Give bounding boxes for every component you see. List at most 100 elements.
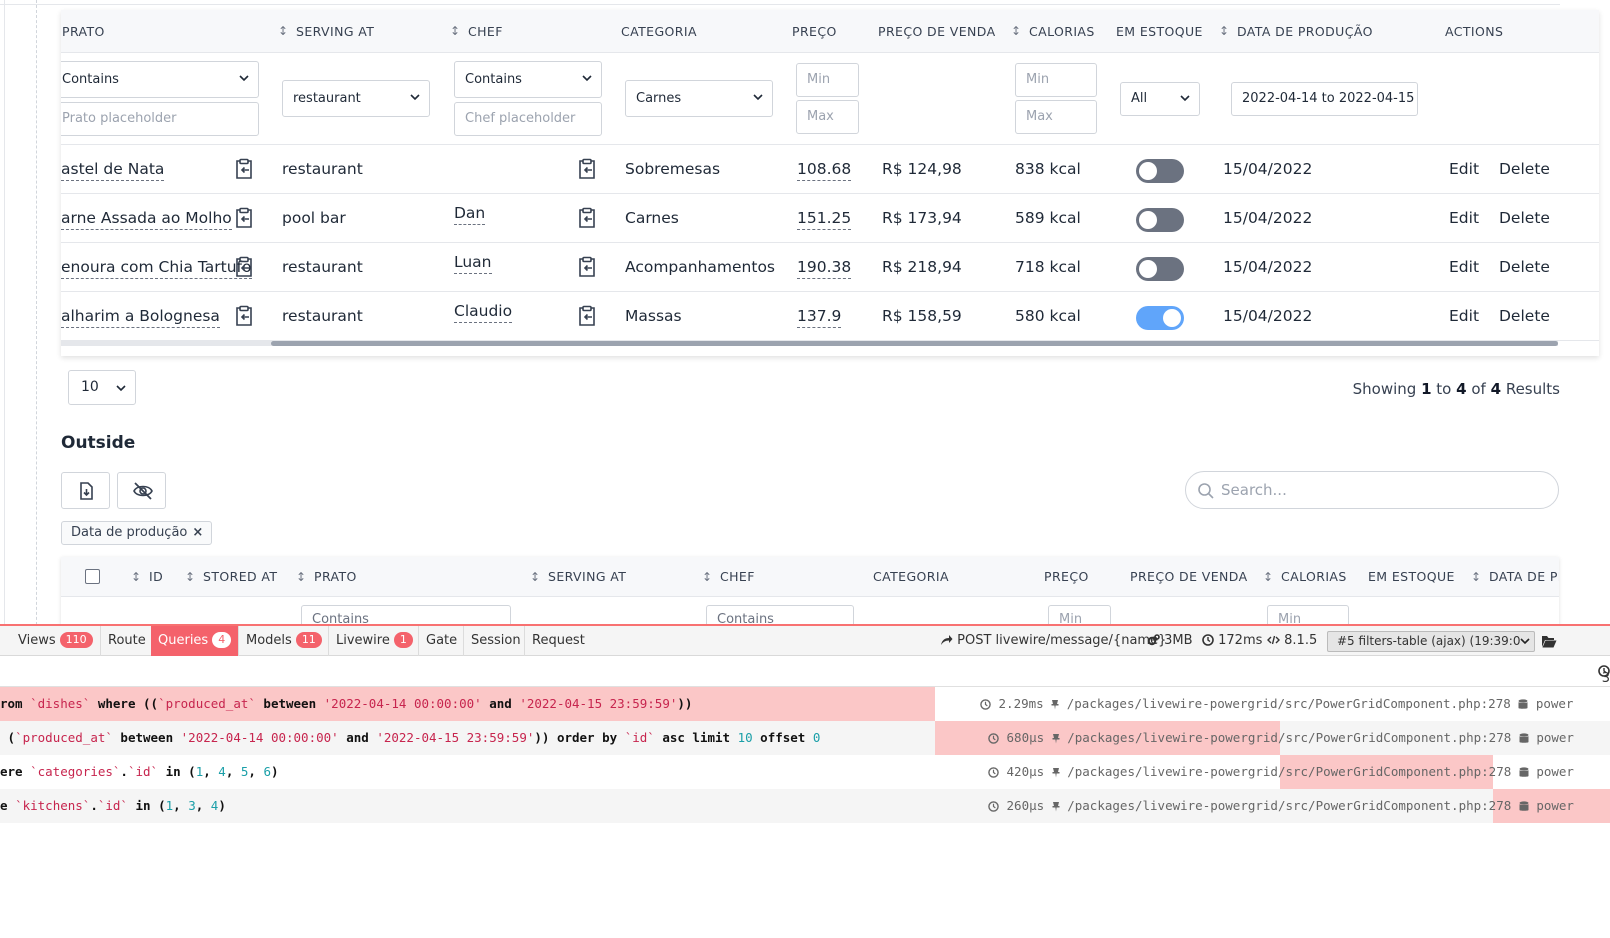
sort-icon[interactable]: ↕: [1011, 10, 1021, 53]
clipboard-icon[interactable]: [576, 256, 598, 278]
em-estoque-toggle[interactable]: [1136, 257, 1184, 281]
debugbar-tab-route[interactable]: Route: [100, 626, 151, 656]
query-row[interactable]: (`produced_at` between '2022-04-14 00:00…: [0, 721, 1610, 755]
debugbar-tab-request[interactable]: Request: [524, 626, 594, 656]
sort-icon[interactable]: ↕: [530, 557, 540, 597]
calorias-max-input[interactable]: Max: [1015, 100, 1097, 134]
em-estoque-select[interactable]: All: [1120, 82, 1200, 116]
query-row[interactable]: ere `categories`.`id` in (1, 4, 5, 6) 42…: [0, 755, 1610, 789]
preco-value: 190.38: [797, 258, 852, 279]
query-duration: 260μs: [1006, 798, 1045, 813]
serving-at-cell: restaurant: [282, 258, 363, 276]
query-source[interactable]: /packages/livewire-powergrid/src/PowerGr…: [1067, 798, 1511, 813]
chef-operator-select[interactable]: Contains: [454, 61, 602, 98]
header-calorias[interactable]: CALORIAS: [1029, 10, 1095, 53]
preco-min-input[interactable]: Min: [796, 63, 859, 97]
prato-cell[interactable]: enoura com Chia Tartufo: [61, 243, 252, 292]
em-estoque-toggle[interactable]: [1136, 159, 1184, 183]
clipboard-icon[interactable]: [233, 305, 255, 327]
serving-at-select[interactable]: restaurant: [282, 80, 430, 117]
prato-cell[interactable]: arne Assada ao Molho: [61, 194, 232, 243]
query-row[interactable]: e `kitchens`.`id` in (1, 3, 4) 260μs /pa…: [0, 789, 1610, 823]
preco-cell[interactable]: 190.38: [797, 243, 852, 292]
header-serving-at[interactable]: SERVING AT: [296, 10, 374, 53]
sort-icon[interactable]: ↕: [450, 10, 460, 53]
horizontal-scrollbar-thumb[interactable]: [271, 341, 1558, 346]
clipboard-icon[interactable]: [233, 256, 255, 278]
preco-cell[interactable]: 151.25: [797, 194, 852, 243]
query-row[interactable]: rom `dishes` where ((`produced_at` betwe…: [0, 687, 1610, 721]
preco-cell[interactable]: 137.9: [797, 292, 842, 341]
clipboard-icon[interactable]: [576, 158, 598, 180]
toggle-columns-button[interactable]: [117, 472, 166, 509]
calorias-min-input[interactable]: Min: [1015, 63, 1097, 97]
prato-filter-input[interactable]: Prato placeholder: [61, 102, 259, 136]
header-calorias[interactable]: CALORIAS: [1281, 557, 1347, 597]
debugbar-tab-views[interactable]: Views 110: [10, 626, 100, 656]
header-chef[interactable]: CHEF: [720, 557, 755, 597]
query-source[interactable]: /packages/livewire-powergrid/src/PowerGr…: [1067, 730, 1511, 745]
debugbar-tab-session[interactable]: Session: [463, 626, 524, 656]
debugbar-tab-models[interactable]: Models 11: [238, 626, 328, 656]
sort-icon[interactable]: ↕: [702, 557, 712, 597]
statements-count-bar: 3: [0, 657, 1610, 687]
delete-button[interactable]: Delete: [1499, 145, 1550, 194]
sort-icon[interactable]: ↕: [131, 557, 141, 597]
debugbar-tab-livewire[interactable]: Livewire 1: [328, 626, 418, 656]
chevron-down-icon: [239, 75, 249, 82]
categoria-select[interactable]: Carnes: [625, 80, 773, 117]
edit-button[interactable]: Edit: [1449, 194, 1479, 243]
date-range-input[interactable]: 2022-04-14 to 2022-04-15: [1231, 82, 1418, 116]
search-input[interactable]: Search...: [1185, 471, 1559, 509]
sort-icon[interactable]: ↕: [1471, 557, 1481, 597]
app-window: PRATO ↕ SERVING AT ↕ CHEF CATEGORIA PREÇ…: [0, 0, 1610, 938]
edit-button[interactable]: Edit: [1449, 243, 1479, 292]
edit-button[interactable]: Edit: [1449, 292, 1479, 341]
chef-value: Claudio: [454, 302, 513, 323]
sort-icon[interactable]: ↕: [1219, 10, 1229, 53]
delete-button[interactable]: Delete: [1499, 194, 1550, 243]
header-data-producao[interactable]: DATA DE PR: [1489, 557, 1559, 597]
select-all-checkbox[interactable]: [85, 569, 100, 584]
header-chef[interactable]: CHEF: [468, 10, 503, 53]
delete-button[interactable]: Delete: [1499, 292, 1550, 341]
export-button[interactable]: [61, 472, 110, 509]
chef-cell[interactable]: Luan: [454, 238, 492, 287]
query-source[interactable]: /packages/livewire-powergrid/src/PowerGr…: [1067, 764, 1511, 779]
header-id[interactable]: ID: [149, 557, 163, 597]
header-stored-at[interactable]: STORED AT: [203, 557, 277, 597]
preco-cell[interactable]: 108.68: [797, 145, 852, 194]
clipboard-icon[interactable]: [576, 305, 598, 327]
prato-cell[interactable]: alharim a Bolognesa: [61, 292, 220, 341]
sort-icon[interactable]: ↕: [1263, 557, 1273, 597]
debugbar-tab-gate[interactable]: Gate: [418, 626, 463, 656]
header-data-producao[interactable]: DATA DE PRODUÇÃO: [1237, 10, 1373, 53]
clipboard-icon[interactable]: [233, 207, 255, 229]
preco-max-input[interactable]: Max: [796, 100, 859, 134]
php-version-info: 8.1.5: [1267, 626, 1317, 656]
query-source[interactable]: /packages/livewire-powergrid/src/PowerGr…: [1067, 696, 1511, 711]
per-page-select[interactable]: 10: [68, 370, 136, 405]
header-serving-at[interactable]: SERVING AT: [548, 557, 626, 597]
delete-button[interactable]: Delete: [1499, 243, 1550, 292]
prato-operator-select[interactable]: Contains: [61, 61, 259, 98]
sort-icon[interactable]: ↕: [185, 557, 195, 597]
header-prato[interactable]: PRATO: [314, 557, 357, 597]
sort-icon[interactable]: ↕: [296, 557, 306, 597]
sort-icon[interactable]: ↕: [278, 10, 288, 53]
prato-cell[interactable]: astel de Nata: [61, 145, 165, 194]
close-icon[interactable]: ×: [192, 525, 203, 540]
folder-open-icon[interactable]: [1541, 635, 1557, 648]
edit-button[interactable]: Edit: [1449, 145, 1479, 194]
clipboard-icon[interactable]: [576, 207, 598, 229]
chef-filter-input[interactable]: Chef placeholder: [454, 102, 602, 136]
dataset-select[interactable]: #5 filters-table (ajax) (19:39:0:: [1327, 631, 1535, 652]
chef-cell[interactable]: Dan: [454, 189, 486, 238]
clipboard-icon[interactable]: [233, 158, 255, 180]
chef-cell[interactable]: Claudio: [454, 287, 513, 336]
tab-badge: 1: [393, 632, 413, 648]
debugbar-tab-queries[interactable]: Queries 4: [151, 626, 238, 656]
em-estoque-toggle[interactable]: [1136, 208, 1184, 232]
em-estoque-toggle[interactable]: [1136, 306, 1184, 330]
header-prato[interactable]: PRATO: [62, 10, 105, 53]
